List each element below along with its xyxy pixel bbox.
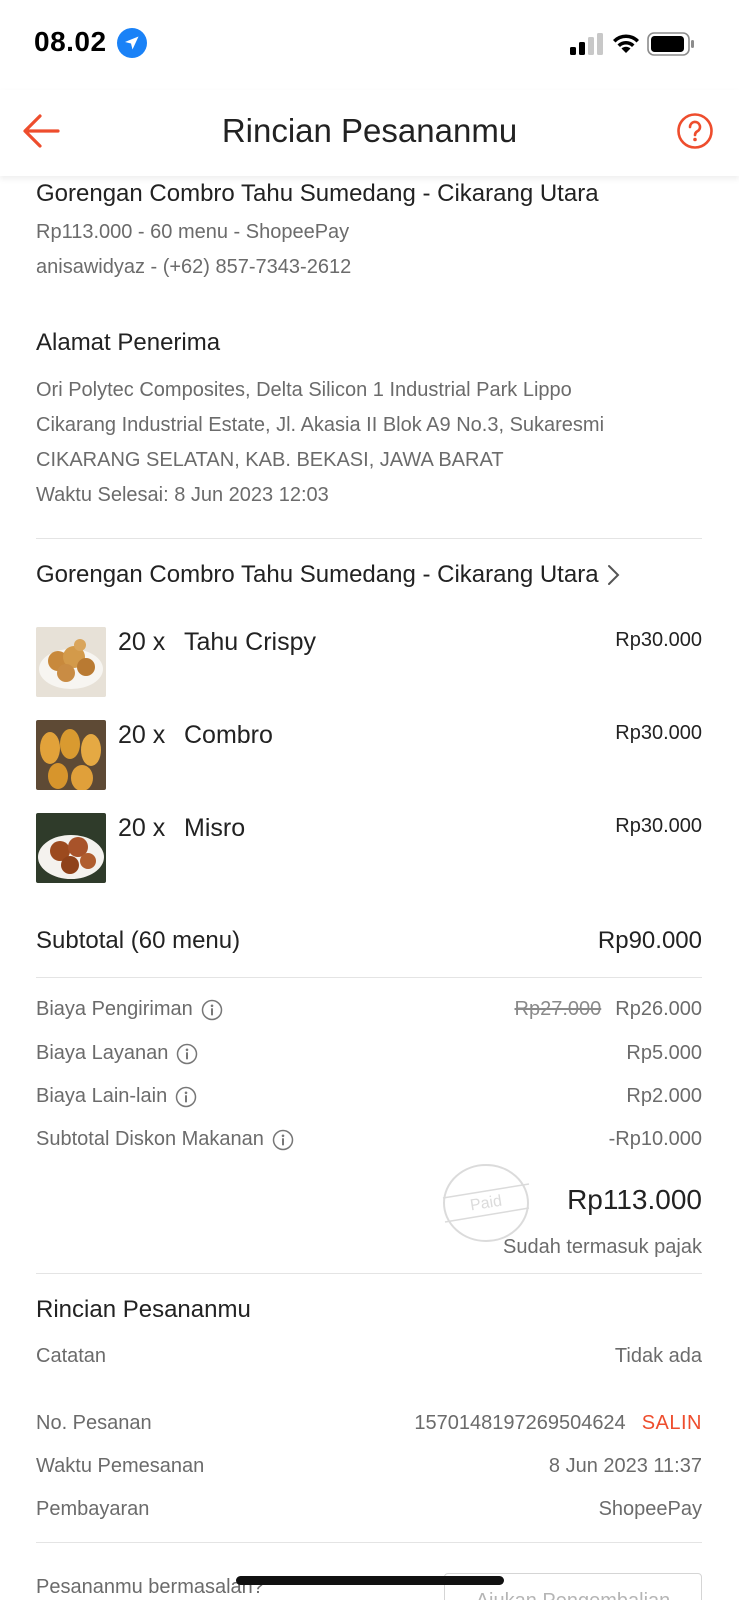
other-fee-text: Biaya Lain-lain xyxy=(36,1085,168,1107)
help-icon[interactable] xyxy=(676,112,714,150)
subtotal-label: Subtotal (60 menu) xyxy=(36,927,241,954)
order-number-label: No. Pesanan xyxy=(36,1412,152,1434)
info-icon[interactable] xyxy=(175,1086,197,1108)
battery-icon xyxy=(647,32,694,56)
item-name: Tahu Crispy xyxy=(184,628,316,656)
order-time-value: 8 Jun 2023 11:37 xyxy=(548,1455,702,1477)
shipping-fee-original: Rp27.000 xyxy=(514,998,602,1020)
other-fee-label: Biaya Lain-lain xyxy=(36,1085,197,1108)
divider xyxy=(36,1273,702,1274)
shipping-fee-value: Rp27.000 Rp26.000 xyxy=(515,998,703,1021)
food-photo-icon xyxy=(36,813,106,883)
food-photo-icon xyxy=(36,720,106,790)
notes-value: Tidak ada xyxy=(614,1345,702,1367)
service-fee-value: Rp5.000 xyxy=(626,1042,702,1064)
address-heading: Alamat Penerima xyxy=(36,329,221,356)
shipping-fee-discounted: Rp26.000 xyxy=(615,998,702,1020)
shipping-fee-text: Biaya Pengiriman xyxy=(36,998,193,1020)
food-discount-text: Subtotal Diskon Makanan xyxy=(36,1128,264,1150)
status-bar: 08.02 xyxy=(0,0,739,90)
item-image-combro xyxy=(36,720,106,790)
food-discount-label: Subtotal Diskon Makanan xyxy=(36,1128,294,1151)
item-price: Rp30.000 xyxy=(615,629,702,651)
service-fee-text: Biaya Layanan xyxy=(36,1042,169,1064)
other-fee-value: Rp2.000 xyxy=(626,1085,702,1107)
food-photo-icon xyxy=(36,627,106,697)
item-quantity: 20 x xyxy=(118,814,166,842)
page-title: Rincian Pesananmu xyxy=(221,112,518,149)
wifi-icon xyxy=(613,34,639,53)
tax-note: Sudah termasuk pajak xyxy=(502,1236,702,1258)
order-number-row: 1570148197269504624 SALIN xyxy=(414,1412,702,1435)
item-name: Misro xyxy=(184,814,246,842)
order-restaurant-name: Gorengan Combro Tahu Sumedang - Cikarang… xyxy=(36,180,599,207)
divider xyxy=(36,977,702,978)
order-time-label: Waktu Pemesanan xyxy=(36,1455,205,1477)
shipping-fee-label: Biaya Pengiriman xyxy=(36,998,223,1021)
info-icon[interactable] xyxy=(201,999,223,1021)
customer-contact-line: anisawidyaz - (+62) 857-7343-2612 xyxy=(36,256,352,278)
details-heading: Rincian Pesananmu xyxy=(36,1296,251,1323)
item-image-tahu-crispy xyxy=(36,627,106,697)
divider xyxy=(36,538,702,539)
address-line-1: Ori Polytec Composites, Delta Silicon 1 … xyxy=(36,379,572,401)
paid-stamp-icon: Paid xyxy=(442,1164,530,1242)
item-price: Rp30.000 xyxy=(615,722,702,744)
status-time: 08.02 xyxy=(34,26,107,57)
item-quantity: 20 x xyxy=(118,721,166,749)
restaurant-link-label: Gorengan Combro Tahu Sumedang - Cikarang… xyxy=(36,561,599,588)
subtotal-value: Rp90.000 xyxy=(597,927,702,954)
item-name: Combro xyxy=(184,721,273,749)
order-number-value: 1570148197269504624 xyxy=(414,1412,626,1434)
copy-order-number-button[interactable]: SALIN xyxy=(642,1412,702,1434)
restaurant-link[interactable]: Gorengan Combro Tahu Sumedang - Cikarang… xyxy=(36,561,621,589)
divider xyxy=(36,1542,702,1543)
item-price: Rp30.000 xyxy=(615,815,702,837)
home-indicator[interactable] xyxy=(236,1576,504,1585)
chevron-right-icon xyxy=(607,565,619,585)
food-discount-value: -Rp10.000 xyxy=(608,1128,702,1150)
paid-stamp-text: Paid xyxy=(469,1193,503,1215)
info-icon[interactable] xyxy=(272,1129,294,1151)
problem-prompt: Pesananmu bermasalah? xyxy=(36,1576,264,1598)
payment-value: ShopeePay xyxy=(598,1498,702,1520)
location-arrow-icon xyxy=(117,28,147,58)
notes-label: Catatan xyxy=(36,1345,107,1367)
payment-label: Pembayaran xyxy=(36,1498,150,1520)
address-line-3: CIKARANG SELATAN, KAB. BEKASI, JAWA BARA… xyxy=(36,449,504,471)
completion-time: Waktu Selesai: 8 Jun 2023 12:03 xyxy=(36,484,329,506)
address-line-2: Cikarang Industrial Estate, Jl. Akasia I… xyxy=(36,414,605,436)
item-quantity: 20 x xyxy=(118,628,166,656)
navigation-bar: Rincian Pesananmu xyxy=(0,90,739,176)
service-fee-label: Biaya Layanan xyxy=(36,1042,198,1065)
order-summary-line: Rp113.000 - 60 menu - ShopeePay xyxy=(36,221,350,243)
grand-total: Rp113.000 xyxy=(567,1184,702,1215)
item-image-misro xyxy=(36,813,106,883)
info-icon[interactable] xyxy=(176,1043,198,1065)
cellular-signal-icon xyxy=(570,33,603,55)
